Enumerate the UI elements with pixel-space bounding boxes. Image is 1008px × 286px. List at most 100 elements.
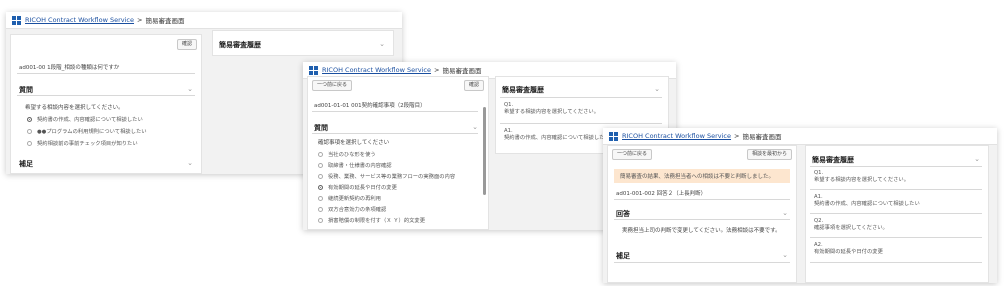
radio-selected-icon [27,116,32,122]
history-panel: 簡易審査履歴 ⌄ [212,30,394,56]
radio-icon [318,151,323,157]
confirm-button[interactable]: 確認 [176,39,197,50]
chevron-down-icon[interactable]: ⌄ [187,159,193,167]
ticket-title: ad001-01-01 001契約確認事項（2段階目） [314,103,426,109]
window-step3: RICOH Contract Workflow Service > 簡易審査画面… [603,128,997,283]
divider [500,97,662,98]
divider [810,166,982,167]
ticket-title: ad01-001-002 回答２（上長判断） [616,191,707,197]
option-item[interactable]: 継続更新契約の再利用 [318,194,381,202]
option-item[interactable]: 当社のひな形を使う [318,150,376,158]
ricoh-logo-icon [309,65,318,75]
history-heading: 簡易審査履歴 [219,41,261,49]
radio-icon [318,173,323,179]
history-panel: 簡易審査履歴 ⌄ Q1. 希望する相談内容を選択してください。 A1. 契約書の… [805,145,989,283]
history-heading: 簡易審査履歴 [502,86,544,94]
result-notice: 簡易審査の結果、法務担当者への相談は不要と判断しました。 [614,169,790,183]
option-item[interactable]: 役務、業務、サービス等の業務フローの実務面の内容 [318,172,455,180]
radio-icon [318,162,323,168]
radio-icon [318,195,323,201]
option-label: ●●プログラムの利用規則について相談したい [37,129,147,135]
chevron-down-icon[interactable]: ⌄ [974,155,980,163]
option-item[interactable]: 有効期間の延長や日付の変更 [318,183,397,191]
question-prompt: 希望する相談内容を選択してください。 [25,105,124,111]
question-heading: 質問 [314,124,328,132]
divider [614,199,790,200]
option-label: 取締書・仕様書の内容確認 [328,163,392,169]
breadcrumb-separator: > [734,132,740,140]
breadcrumb-separator: > [434,66,440,74]
option-label: 契約相談前の事前チェック項目が知りたい [37,141,138,147]
history-item: A1. 契約書の作成、内容確認について相談したい [504,128,610,142]
answer-heading: 回答 [616,210,630,218]
back-button[interactable]: 一つ前に戻る [312,80,353,91]
back-button[interactable]: 一つ前に戻る [612,149,653,160]
history-item: Q2. 確認事項を選択してください。 [814,218,888,232]
history-item: A2. 有効期間の延長や日付の変更 [814,242,883,256]
divider [312,111,478,112]
divider [614,219,790,220]
divider [312,133,478,134]
option-label: 双方合意効力の条項確認 [328,207,387,213]
app-name-link[interactable]: RICOH Contract Workflow Service [322,66,431,74]
page-title: 簡易審査画面 [442,67,482,75]
page-title: 簡易審査画面 [145,17,185,25]
option-item[interactable]: 双方合意効力の条項確認 [318,205,386,213]
chevron-down-icon[interactable]: ⌄ [379,40,385,48]
option-label: 損害賠償の制限を付す（Ｘ Ｙ）的文変更 [328,218,426,224]
option-label: 有効期間の延長や日付の変更 [328,185,397,191]
scrollbar[interactable] [483,107,486,195]
option-item[interactable]: 損害賠償の制限を付す（Ｘ Ｙ）的文変更 [318,216,425,224]
restart-button[interactable]: 相談を最初から [746,149,792,160]
radio-selected-icon [318,184,323,190]
chevron-down-icon[interactable]: ⌄ [782,251,788,259]
divider [500,123,662,124]
history-item: A1. 契約書の作成、内容確認について相談したい [814,194,920,208]
chevron-down-icon[interactable]: ⌄ [782,209,788,217]
history-item: Q1. 希望する相談内容を選択してください。 [814,170,909,184]
divider [17,73,195,74]
divider [614,262,790,263]
history-item: Q1. 希望する相談内容を選択してください。 [504,102,599,116]
answer-text: 実務担当上司の判断で変更してください。法務相談は不要です。 [622,228,781,234]
history-text: 確認事項を選択してください。 [814,225,888,232]
divider [810,237,982,238]
option-label: 当社のひな形を使う [328,152,376,158]
answer-panel: 一つ前に戻る 相談を最初から 簡易審査の結果、法務担当者への相談は不要と判断しま… [607,145,797,283]
radio-icon [318,217,323,223]
option-label: 継続更新契約の再利用 [328,196,381,202]
option-label: 契約書の作成、内容確認について相談したい [37,117,143,123]
ricoh-logo-icon [12,15,21,25]
supplement-heading: 補足 [19,160,33,168]
option-item[interactable]: 契約相談前の事前チェック項目が知りたい [27,139,138,147]
chevron-down-icon[interactable]: ⌄ [187,85,193,93]
title-bar: RICOH Contract Workflow Service > 簡易審査画面 [603,128,997,145]
app-name-link[interactable]: RICOH Contract Workflow Service [25,16,134,24]
question-prompt: 確認事項を選択してください [318,140,390,146]
question-heading: 質問 [19,86,33,94]
divider [810,189,982,190]
chevron-down-icon[interactable]: ⌄ [472,123,478,131]
option-item[interactable]: 契約書の作成、内容確認について相談したい [27,115,143,123]
ticket-title: ad001-00 1段階_相談の種類は何ですか [19,65,120,71]
history-text: 希望する相談内容を選択してください。 [814,177,910,184]
history-text: 契約書の作成、内容確認について相談したい [504,135,610,142]
radio-icon [27,128,32,134]
confirm-button[interactable]: 確認 [463,80,484,91]
option-label: 役務、業務、サービス等の業務フローの実務面の内容 [328,174,456,180]
breadcrumb-separator: > [137,16,143,24]
radio-icon [318,206,323,212]
supplement-heading: 補足 [616,252,630,260]
divider [17,95,195,96]
history-text: 有効期間の延長や日付の変更 [814,249,883,256]
title-bar: RICOH Contract Workflow Service > 簡易審査画面 [6,12,402,29]
question-panel: 確認 ad001-00 1段階_相談の種類は何ですか 質問 ⌄ 希望する相談内容… [10,34,202,174]
option-item[interactable]: ●●プログラムの利用規則について相談したい [27,127,147,135]
app-name-link[interactable]: RICOH Contract Workflow Service [622,132,731,140]
history-text: 契約書の作成、内容確認について相談したい [814,201,920,208]
chevron-down-icon[interactable]: ⌄ [654,85,660,93]
divider [810,262,982,263]
history-text: 希望する相談内容を選択してください。 [504,109,600,116]
option-item[interactable]: 取締書・仕様書の内容確認 [318,161,392,169]
history-heading: 簡易審査履歴 [812,156,854,164]
